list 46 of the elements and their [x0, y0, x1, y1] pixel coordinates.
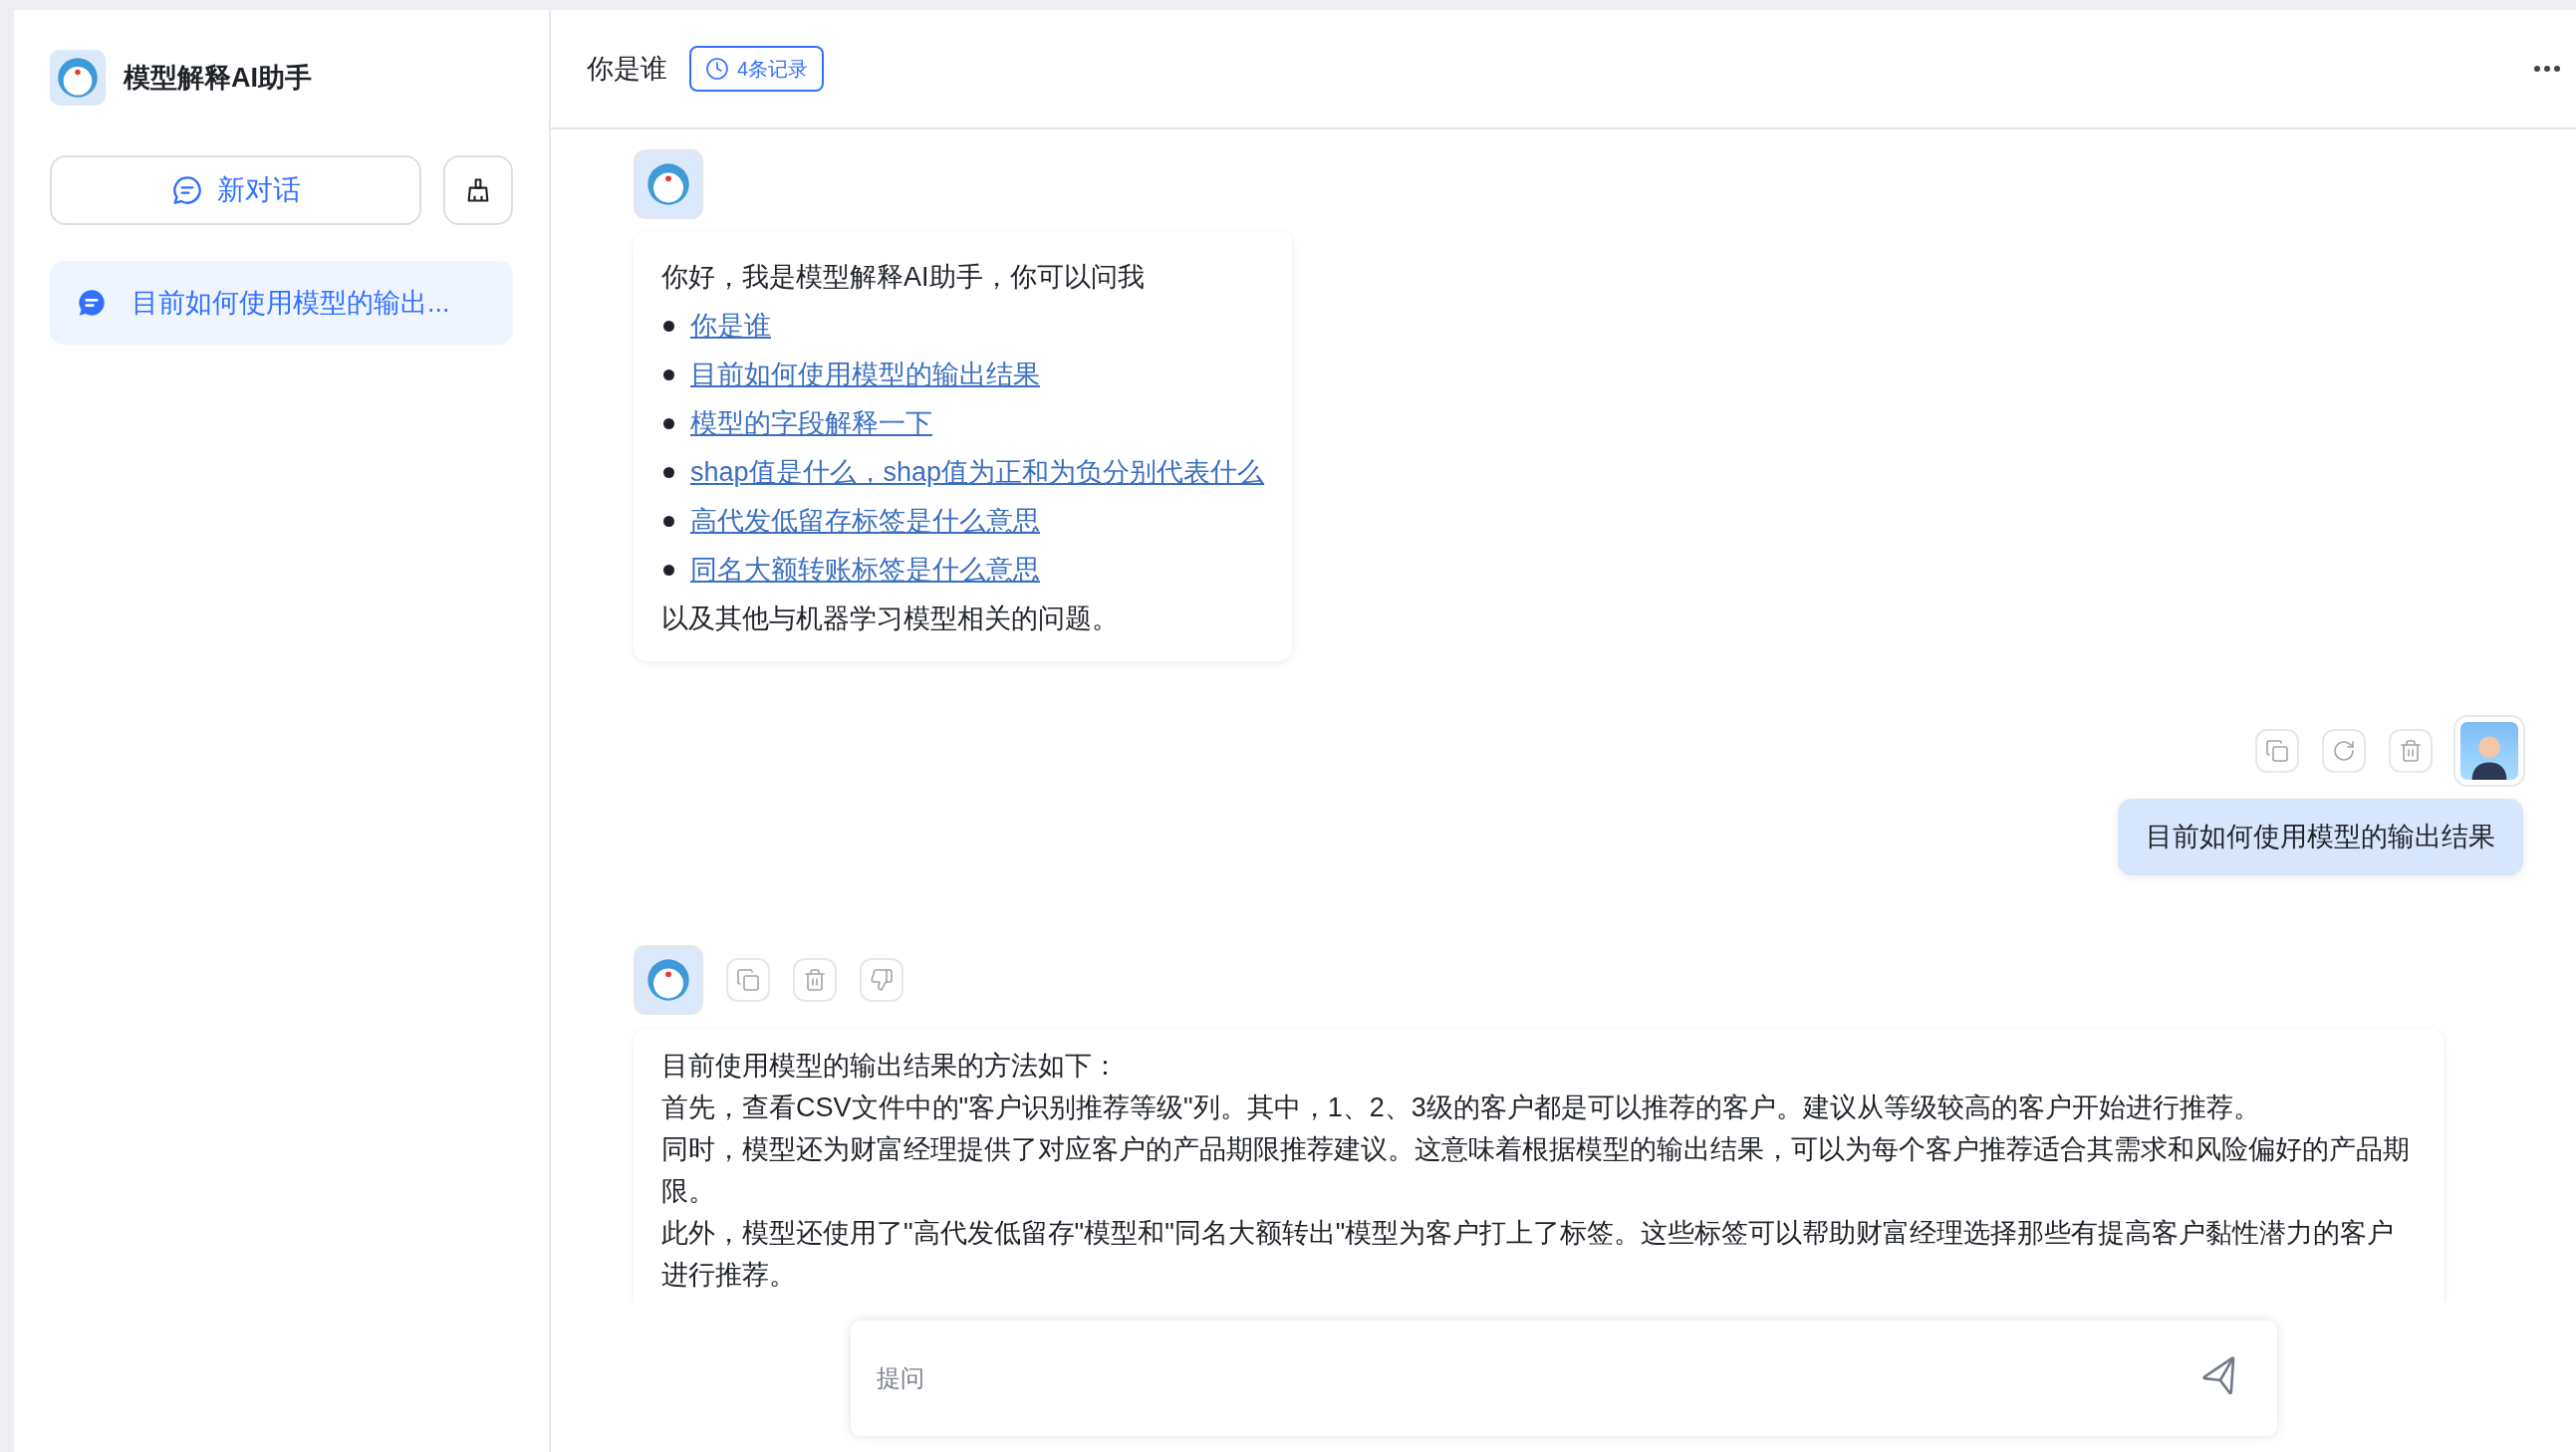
delete-icon	[2399, 739, 2423, 763]
more-icon[interactable]	[2534, 66, 2560, 72]
suggestion-link[interactable]: 你是谁	[690, 302, 771, 351]
thumbs-down-button[interactable]	[860, 957, 903, 1002]
bullet-icon	[663, 565, 674, 576]
delete-button[interactable]	[2389, 729, 2433, 773]
history-badge[interactable]: 4条记录	[689, 46, 825, 92]
suggestion-link[interactable]: 模型的字段解释一下	[690, 399, 932, 448]
copy-icon	[2265, 739, 2289, 763]
refresh-button[interactable]	[2322, 729, 2366, 773]
copy-button[interactable]	[2255, 729, 2299, 773]
message-text: 以及其他与机器学习模型相关的问题。	[661, 603, 1120, 635]
message-text: 此外，模型还使用了"高代发低留存"模型和"同名大额转出"模型为客户打上了标签。这些标签可以帮助财富经理选择那些有提高客户黏性潜力的客户进行推荐。	[661, 1216, 2396, 1292]
conversation-item[interactable]: 目前如何使用模型的输出...	[50, 261, 513, 345]
bullet-icon	[663, 418, 674, 429]
bullet-icon	[663, 369, 674, 380]
thumbs-down-icon	[870, 967, 894, 992]
clock-icon	[705, 57, 729, 81]
bot-avatar	[634, 149, 703, 219]
question-input[interactable]: 提问	[876, 1360, 2201, 1396]
bullet-icon	[663, 321, 674, 332]
suggestion-link[interactable]: 同名大额转账标签是什么意思	[690, 546, 1040, 595]
message-text: 同时，模型还为财富经理提供了对应客户的产品期限推荐建议。这意味着根据模型的输出结果，可以为每个客户推荐适合其需求和风险偏好的产品期限。	[661, 1132, 2411, 1208]
suggestion-link[interactable]: 目前如何使用模型的输出结果	[690, 351, 1040, 399]
bullet-icon	[663, 516, 674, 527]
bullet-icon	[663, 467, 674, 478]
message-text: 目前使用模型的输出结果的方法如下：	[661, 1049, 1120, 1083]
copy-icon	[736, 967, 760, 992]
clear-button[interactable]	[443, 155, 513, 225]
chat-bubble-icon	[170, 174, 203, 206]
delete-button[interactable]	[793, 957, 837, 1002]
user-avatar	[2455, 717, 2523, 785]
message-text: 你好，我是模型解释AI助手，你可以问我	[661, 261, 1146, 294]
bot-avatar	[634, 944, 703, 1015]
delete-icon	[803, 967, 827, 992]
app-logo	[50, 50, 106, 106]
chat-bubble-icon	[76, 287, 108, 319]
copy-button[interactable]	[726, 957, 770, 1002]
app-title: 模型解释AI助手	[124, 61, 312, 95]
suggestion-link[interactable]: 高代发低留存标签是什么意思	[690, 497, 1040, 546]
chat-title: 你是谁	[587, 52, 667, 86]
new-chat-button[interactable]: 新对话	[50, 155, 421, 225]
user-message-bubble: 目前如何使用模型的输出结果	[2118, 799, 2523, 875]
message-text: 首先，查看CSV文件中的"客户识别推荐等级"列。其中，1、2、3级的客户都是可以推荐的客户。建议从等级较高的客户开始进行推荐。	[661, 1090, 2261, 1124]
suggestion-link[interactable]: shap值是什么，shap值为正和为负分别代表什么	[690, 448, 1265, 497]
refresh-icon	[2332, 739, 2356, 763]
